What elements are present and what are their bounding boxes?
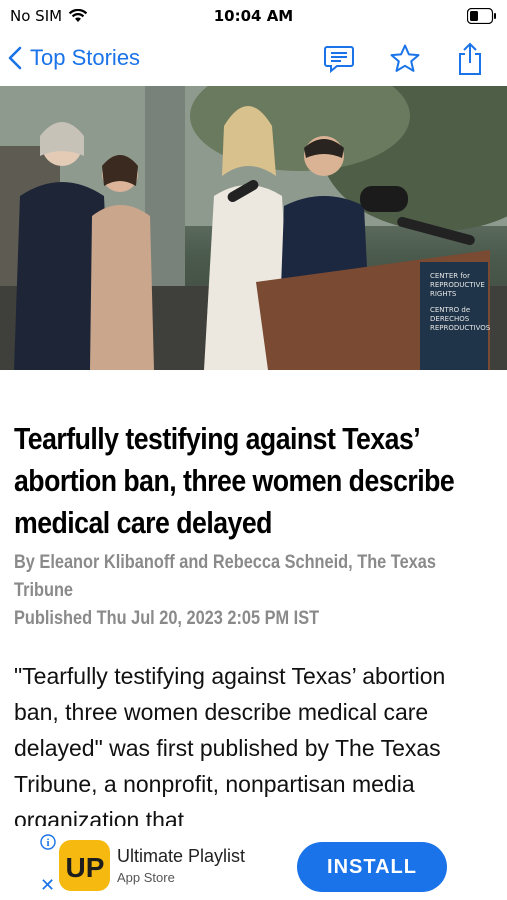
star-icon: [390, 44, 420, 72]
share-icon: [459, 42, 481, 75]
share-button[interactable]: [453, 42, 487, 76]
ad-store-name: App Store: [117, 870, 175, 885]
comment-icon: [324, 46, 354, 74]
press-conference-photo: CENTER for REPRODUCTIVE RIGHTS CENTRO de…: [0, 86, 507, 370]
podium-sign-line: REPRODUCTIVOS: [430, 324, 491, 332]
chevron-left-icon: [8, 46, 22, 70]
app-logo-letters: UP: [65, 852, 104, 883]
ad-info-glyph: i: [46, 837, 49, 849]
comment-button[interactable]: [322, 42, 356, 76]
app-logo-icon: UP: [59, 840, 110, 891]
ad-info-icon[interactable]: i: [40, 834, 56, 850]
ad-app-name: Ultimate Playlist: [117, 846, 246, 866]
favorite-button[interactable]: [388, 42, 422, 76]
navigation-bar: Top Stories: [0, 32, 507, 86]
battery-icon: [467, 8, 496, 24]
status-time: 10:04 AM: [213, 7, 294, 25]
podium-sign-line: CENTER for: [430, 272, 470, 280]
podium-sign-line: RIGHTS: [430, 290, 457, 298]
install-button[interactable]: INSTALL: [297, 842, 447, 892]
back-label: Top Stories: [30, 45, 141, 70]
ad-close-icon[interactable]: ✕: [40, 876, 55, 894]
article-published-date: Published Thu Jul 20, 2023 2:05 PM IST: [14, 608, 320, 629]
article-hero-image: CENTER for REPRODUCTIVE RIGHTS CENTRO de…: [0, 86, 507, 370]
podium-sign-line: DERECHOS: [430, 315, 470, 323]
podium-sign-line: REPRODUCTIVE: [430, 281, 485, 289]
back-button[interactable]: Top Stories: [8, 40, 140, 76]
article-byline: By Eleanor Klibanoff and Rebecca Schneid…: [14, 552, 436, 601]
status-bar: No SIM 10:04 AM: [0, 0, 507, 32]
podium-sign-line: CENTRO de: [430, 306, 470, 314]
article-headline: Tearfully testifying against Texas’ abor…: [14, 421, 455, 540]
article-body: "Tearfully testifying against Texas’ abo…: [14, 663, 446, 833]
